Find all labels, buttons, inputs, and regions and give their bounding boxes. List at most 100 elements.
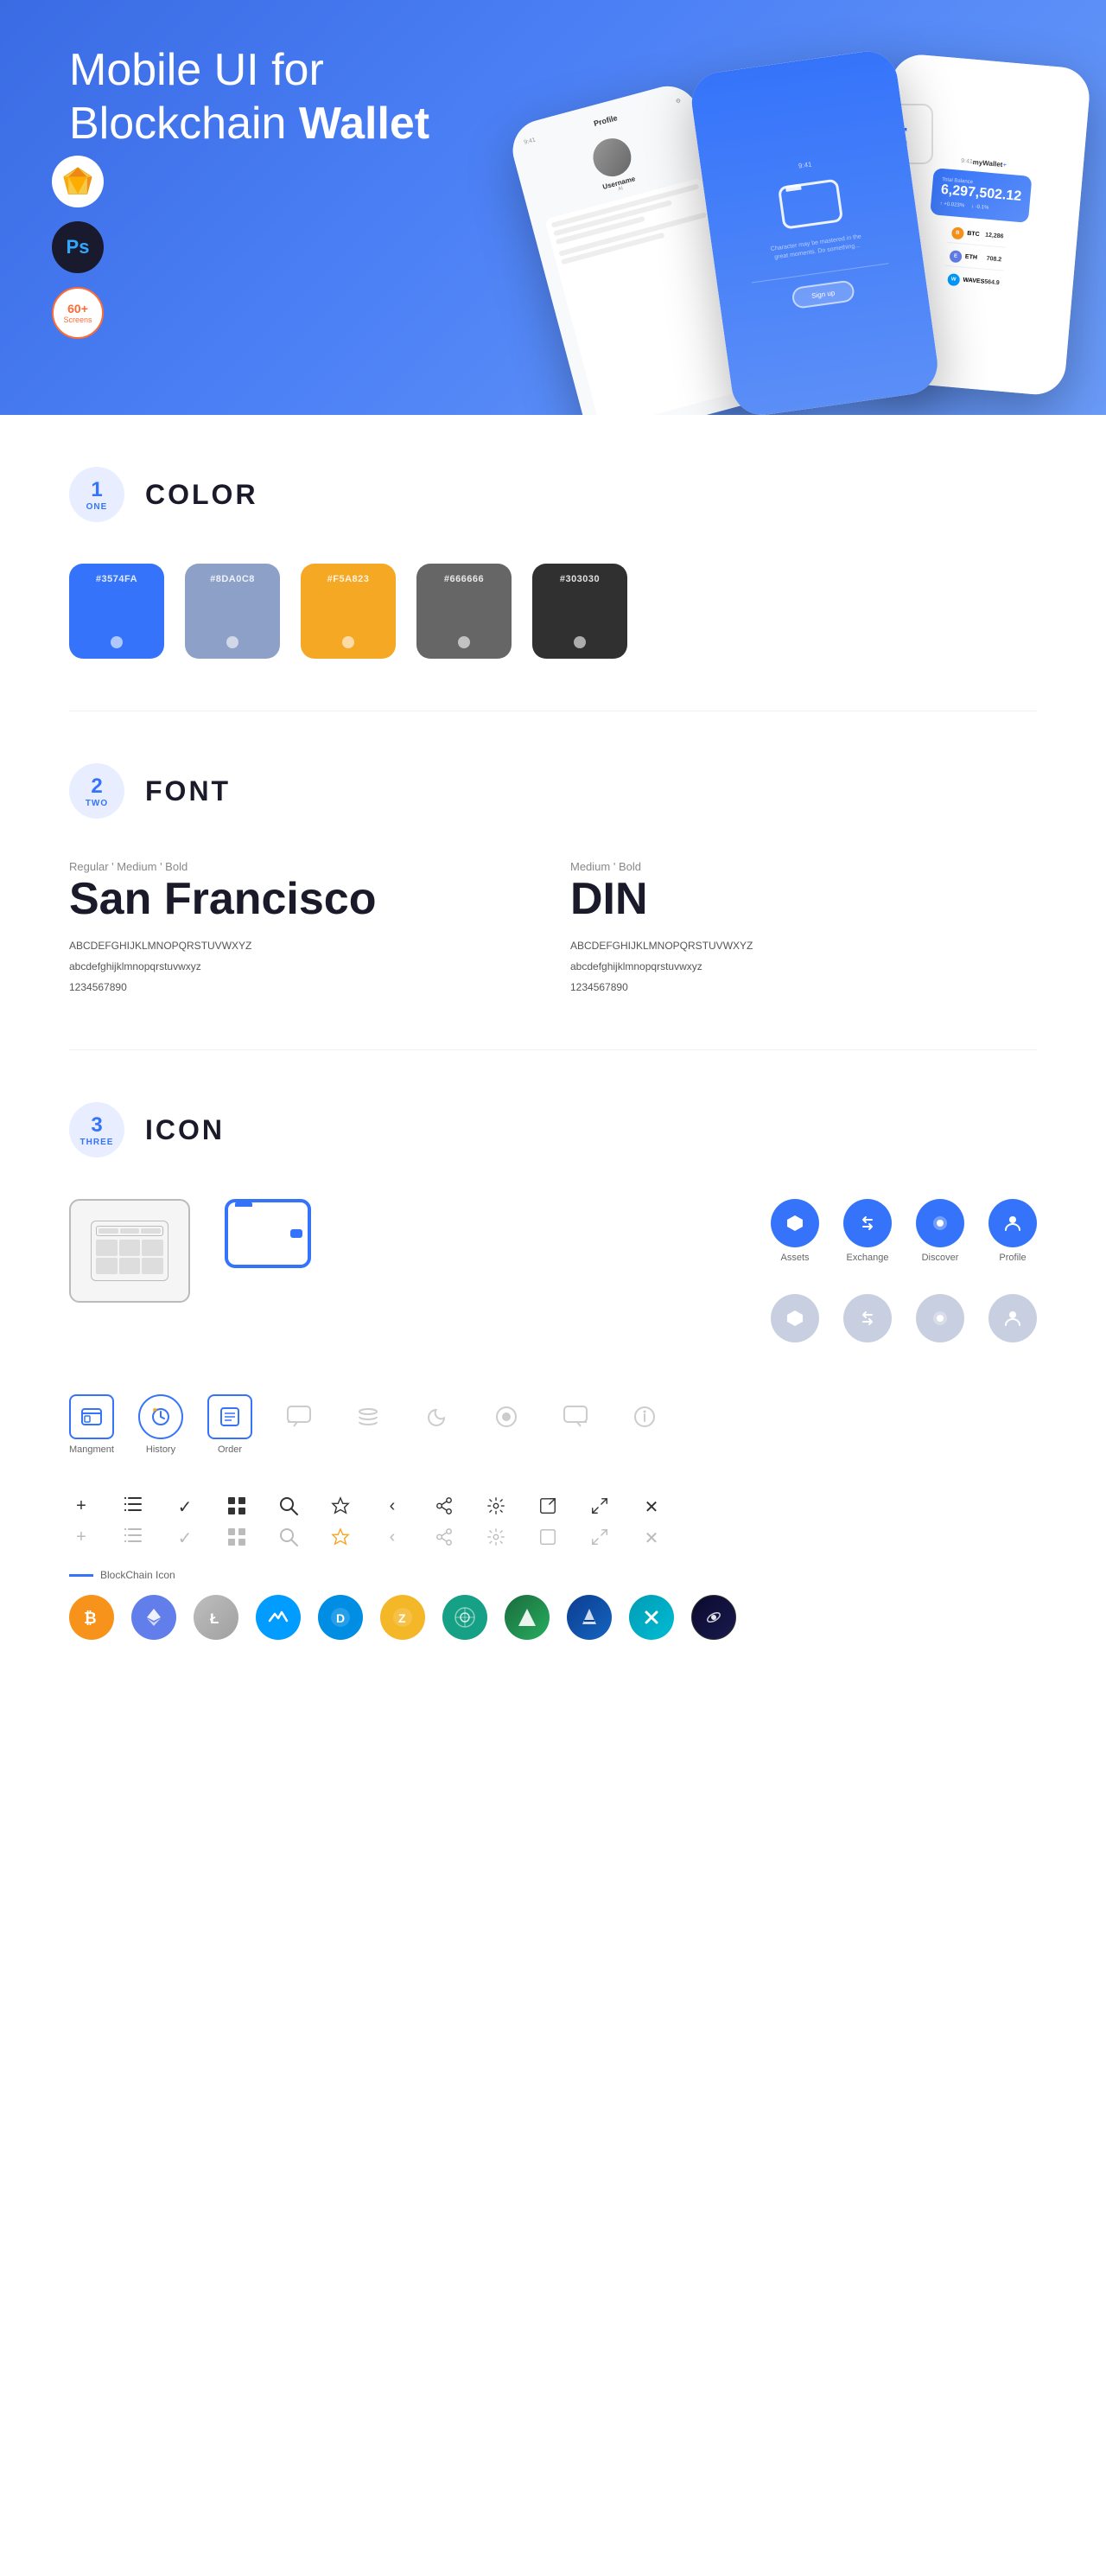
list-icon-grey xyxy=(121,1527,145,1552)
profile-icon-grey xyxy=(988,1294,1037,1342)
font-din-uppercase: ABCDEFGHIJKLMNOPQRSTUVWXYZ xyxy=(570,935,1037,956)
star-icon-outline xyxy=(328,1527,353,1552)
list-icon xyxy=(121,1496,145,1521)
profile-icon-grey-item xyxy=(988,1294,1037,1342)
svg-text:Z: Z xyxy=(398,1611,406,1625)
color-section-number: 1 ONE xyxy=(69,467,124,522)
icon-section: 3 THREE ICON xyxy=(0,1050,1106,1692)
ethereum-icon xyxy=(131,1595,176,1640)
font-din-weight: Medium ' Bold xyxy=(570,860,1037,873)
litecoin-icon: Ł xyxy=(194,1595,238,1640)
font-sf-weight: Regular ' Medium ' Bold xyxy=(69,860,536,873)
photoshop-icon: Ps xyxy=(52,221,104,273)
share-icon-grey xyxy=(432,1527,456,1552)
small-icons-row2: + ✓ xyxy=(69,1527,1037,1552)
circle-icon-item xyxy=(484,1394,529,1439)
history-nav-item: History xyxy=(138,1394,183,1455)
assets-icon xyxy=(771,1199,819,1247)
close-icon-grey: ✕ xyxy=(639,1527,664,1552)
color-section: 1 ONE COLOR #3574FA #8DA0C8 #F5A823 #666… xyxy=(0,415,1106,711)
font-grid: Regular ' Medium ' Bold San Francisco AB… xyxy=(69,860,1037,998)
font-din-name: DIN xyxy=(570,877,1037,921)
icon-section-number: 3 THREE xyxy=(69,1102,124,1157)
color-section-title: COLOR xyxy=(145,479,258,511)
font-sf: Regular ' Medium ' Bold San Francisco AB… xyxy=(69,860,536,998)
font-sf-lowercase: abcdefghijklmnopqrstuvwxyz xyxy=(69,956,536,977)
phone-mockups: 9:41 Profile ⚙ Username AI xyxy=(553,26,1106,415)
exchange-icon-grey-item xyxy=(843,1294,892,1342)
swatch-dot xyxy=(111,636,123,648)
bitcoin-icon: ₿ xyxy=(69,1595,114,1640)
moon-icon-item xyxy=(415,1394,460,1439)
discover-icon xyxy=(916,1199,964,1247)
font-sf-numbers: 1234567890 xyxy=(69,977,536,998)
search-icon xyxy=(276,1496,301,1521)
order-label: Order xyxy=(218,1444,242,1455)
swatch-grey-blue: #8DA0C8 xyxy=(185,564,280,659)
chevron-left-icon-grey: ‹ xyxy=(380,1527,404,1552)
exchange-label: Exchange xyxy=(847,1253,889,1263)
profile-icon-item: Profile xyxy=(988,1199,1037,1263)
font-din-numbers: 1234567890 xyxy=(570,977,1037,998)
sketch-icon xyxy=(52,156,104,207)
history-label: History xyxy=(146,1444,175,1455)
font-sf-name: San Francisco xyxy=(69,877,536,921)
font-sf-uppercase: ABCDEFGHIJKLMNOPQRSTUVWXYZ xyxy=(69,935,536,956)
small-icons-row1: + ✓ xyxy=(69,1496,1037,1521)
icon-section-title: ICON xyxy=(145,1114,225,1146)
profile-label: Profile xyxy=(999,1253,1026,1263)
swatch-orange: #F5A823 xyxy=(301,564,396,659)
swatch-dot xyxy=(226,636,238,648)
discover-label: Discover xyxy=(922,1253,959,1263)
nav-icons-colored-row: Mangment History xyxy=(69,1394,1037,1455)
dash-icon: D xyxy=(318,1595,363,1640)
gnosis-icon xyxy=(629,1595,674,1640)
profile-icon xyxy=(988,1199,1037,1247)
assets-icon-grey xyxy=(771,1294,819,1342)
chat-icon-item xyxy=(276,1394,321,1439)
crypto-icons-row: ₿ Ł D Z xyxy=(69,1595,1037,1640)
blockchain-text: BlockChain Icon xyxy=(100,1569,175,1581)
swatch-blue: #3574FA xyxy=(69,564,164,659)
font-section-number: 2 TWO xyxy=(69,763,124,819)
management-nav-item: Mangment xyxy=(69,1394,114,1455)
icon-main-row: Assets Exchange xyxy=(69,1199,1037,1360)
chevron-left-icon: ‹ xyxy=(380,1496,404,1521)
chat2-icon-item xyxy=(553,1394,598,1439)
font-din-lowercase: abcdefghijklmnopqrstuvwxyz xyxy=(570,956,1037,977)
discover-icon-grey-item xyxy=(916,1294,964,1342)
exchange-icon xyxy=(843,1199,892,1247)
swatch-dot xyxy=(458,636,470,648)
hero-title: Mobile UI for Blockchain Wallet xyxy=(69,43,501,151)
discover-icon-item: Discover xyxy=(916,1199,964,1263)
plus-icon: + xyxy=(69,1496,93,1521)
maximize-icon xyxy=(536,1496,560,1521)
order-nav-icon xyxy=(207,1394,252,1439)
color-section-header: 1 ONE COLOR xyxy=(69,467,1037,522)
color-swatches-container: #3574FA #8DA0C8 #F5A823 #666666 #303030 xyxy=(69,564,1037,659)
search-icon-grey xyxy=(276,1527,301,1552)
swatch-dot xyxy=(342,636,354,648)
svg-text:D: D xyxy=(336,1611,345,1625)
share-icon xyxy=(432,1496,456,1521)
font-section-header: 2 TWO FONT xyxy=(69,763,1037,819)
grid-icon xyxy=(225,1496,249,1521)
icon-section-header: 3 THREE ICON xyxy=(69,1102,1037,1157)
assets-label: Assets xyxy=(780,1253,809,1263)
stellar-icon xyxy=(691,1595,736,1640)
settings-icon xyxy=(484,1496,508,1521)
waves-icon xyxy=(256,1595,301,1640)
blockchain-label: BlockChain Icon xyxy=(69,1569,1037,1581)
assets-icon-grey-item xyxy=(771,1294,819,1342)
info-icon-item xyxy=(622,1394,667,1439)
font-section: 2 TWO FONT Regular ' Medium ' Bold San F… xyxy=(0,711,1106,1049)
settings-icon-grey xyxy=(484,1527,508,1552)
swatch-dark: #303030 xyxy=(532,564,627,659)
aion-icon xyxy=(567,1595,612,1640)
history-nav-icon xyxy=(138,1394,183,1439)
hero-tool-icons: Ps 60+ Screens xyxy=(52,156,104,339)
layers-icon-item xyxy=(346,1394,391,1439)
status-icon xyxy=(505,1595,550,1640)
svg-text:Ł: Ł xyxy=(210,1610,219,1627)
management-nav-icon xyxy=(69,1394,114,1439)
